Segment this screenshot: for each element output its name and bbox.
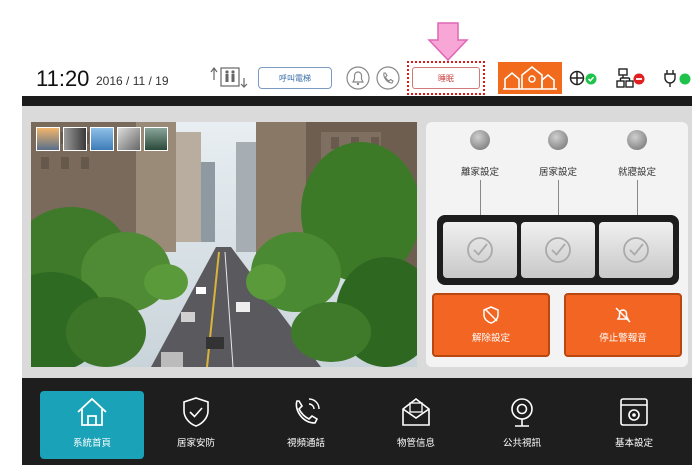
sleep-highlight: 睡眠 [407,61,485,95]
pointer-arrow-icon [427,22,469,62]
nav-label: 物管信息 [396,438,435,449]
connector-line [637,180,638,218]
check-circle-icon [545,237,571,263]
power-ok-icon [664,70,691,87]
nav-item-property-messages[interactable]: 物管信息 [364,391,468,459]
connector-line [480,180,481,218]
nav-label: 視頻通話 [286,438,325,449]
street-scene-image [31,122,417,367]
sleep-button[interactable]: 睡眠 [412,67,480,89]
settings-icon [620,398,648,426]
nav-item-video-call[interactable]: 視頻通話 [254,391,358,459]
date: 2016 / 11 / 19 [96,74,169,88]
mail-icon [402,397,430,426]
disarm-button[interactable]: 解除設定 [432,293,550,357]
camera-thumb-4[interactable] [117,127,141,151]
disarm-label: 解除設定 [471,333,510,344]
check-circle-icon [467,237,493,263]
phone-call-icon[interactable] [376,65,400,91]
camera-thumb-3[interactable] [90,127,114,151]
clock: 11:20 [36,66,90,91]
nav-item-security[interactable]: 居家安防 [144,391,248,459]
status-bar: 11:20 2016 / 11 / 19 呼叫電梯 睡眠 [22,61,692,96]
security-control-panel: 離家設定 居家設定 就寢設定 解除設定 停止警報音 [426,122,688,367]
nav-item-public-video[interactable]: 公共視訊 [470,391,574,459]
nav-item-home[interactable]: 系統首頁 [40,391,144,459]
webcam-icon [511,398,533,427]
mode-switch-sleep[interactable] [599,222,673,278]
mode-indicator-home [548,130,568,150]
main-panel: 離家設定 居家設定 就寢設定 解除設定 停止警報音 [22,106,692,378]
intercom-screen: 11:20 2016 / 11 / 19 呼叫電梯 睡眠 離家設定 居家設定 就… [0,0,692,465]
nav-label: 系統首頁 [72,438,111,449]
check-circle-icon [623,237,649,263]
home-mode-tile[interactable] [498,62,562,94]
home-icon [77,397,107,426]
lan-error-icon [616,68,645,88]
camera-thumb-2[interactable] [63,127,87,151]
mode-label-away: 離家設定 [460,167,499,178]
mode-label-home: 居家設定 [538,167,577,178]
camera-view[interactable] [31,122,417,367]
camera-thumbnails [36,127,168,151]
mute-alarm-icon [615,307,631,323]
elevator-call-button[interactable]: 呼叫電梯 [258,67,332,89]
mode-switch-home[interactable] [521,222,595,278]
header-divider [22,96,692,106]
stop-alarm-button[interactable]: 停止警報音 [564,293,682,357]
mode-indicator-sleep [627,130,647,150]
shield-off-icon [483,306,499,324]
nav-label: 居家安防 [176,438,215,449]
stop-alarm-label: 停止警報音 [599,333,647,344]
shield-icon [183,397,209,427]
mode-switch-group [437,215,679,285]
home-mode-icon [503,65,557,90]
mode-indicator-away [470,130,490,150]
bottom-nav: 系統首頁 居家安防 視頻通話 物管信息 公共視訊 基本設定 [22,378,692,465]
network-ok-icon [569,70,597,86]
camera-thumb-5[interactable] [144,127,168,151]
mode-switch-away[interactable] [443,222,517,278]
nav-label: 公共視訊 [502,438,541,449]
bell-icon[interactable] [346,65,370,91]
nav-label: 基本設定 [614,438,653,449]
phone-icon [295,398,320,424]
nav-item-settings[interactable]: 基本設定 [582,391,686,459]
camera-thumb-1[interactable] [36,127,60,151]
mode-label-sleep: 就寢設定 [617,167,656,178]
connector-line [558,180,559,218]
